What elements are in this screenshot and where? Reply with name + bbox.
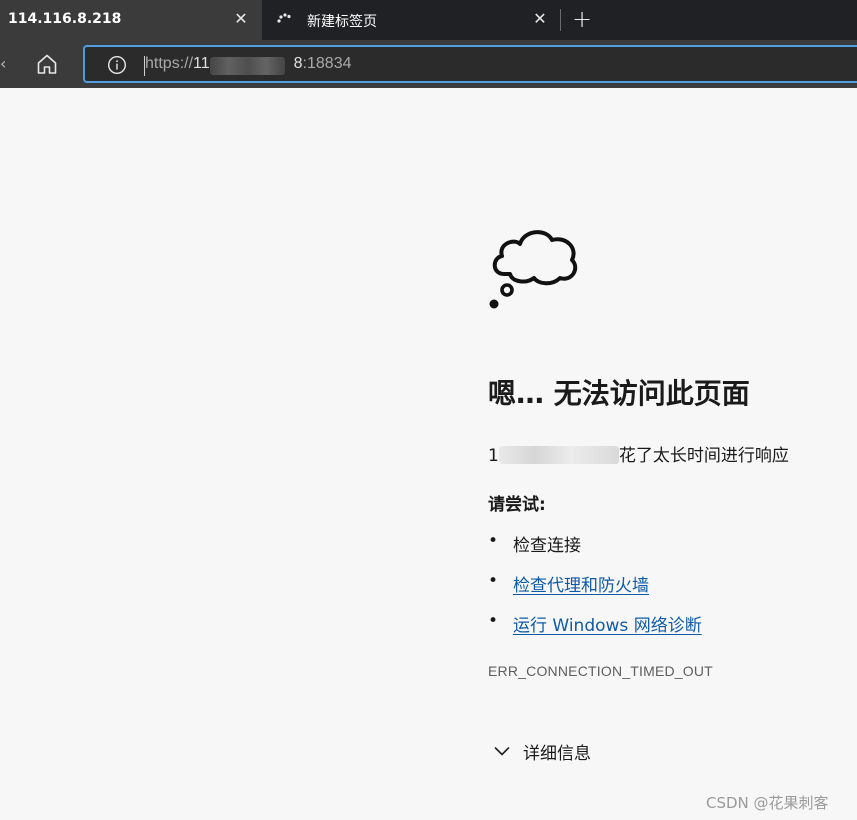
tab-title: 114.116.8.218 [8,11,122,27]
url-scheme: https:// [145,55,194,72]
bullet: • [488,611,499,631]
tab-separator [560,9,561,31]
browser-toolbar: ‹ https://11 8:18834 [0,40,857,88]
error-description: 1 花了太长时间进行响应 [488,441,789,466]
new-tab-button[interactable]: + [570,7,594,32]
thought-cloud-icon [489,230,578,309]
bullet: • [488,571,499,591]
error-heading: 嗯… 无法访问此页面 [488,377,750,410]
chevron-down-icon [494,747,510,756]
url-host-end: 8 [293,55,303,72]
close-tab-icon[interactable]: ✕ [232,10,250,28]
address-bar[interactable]: https://11 8:18834 [83,45,857,83]
description-prefix: 1 [488,446,499,466]
tab-current[interactable]: 114.116.8.218 ✕ [0,0,262,40]
url-port: :18834 [302,55,352,72]
close-tab-icon[interactable]: ✕ [531,10,549,28]
loading-spinner-icon [277,13,291,23]
bullet: • [488,531,499,551]
url-host-start: 11 [193,55,210,72]
error-page: 嗯… 无法访问此页面 1 花了太长时间进行响应 请尝试: • 检查连接 • 检查代… [0,88,857,820]
try-heading: 请尝试: [488,495,546,515]
tab-strip: 114.116.8.218 ✕ 新建标签页 ✕ + [0,0,857,40]
back-button[interactable]: ‹ [0,52,10,76]
tab-new-tab[interactable]: 新建标签页 ✕ [262,0,557,40]
details-label: 详细信息 [523,743,591,764]
suggestion-check-proxy-firewall-link[interactable]: 检查代理和防火墙 [513,571,649,596]
description-suffix: 花了太长时间进行响应 [618,446,789,466]
details-toggle-button[interactable]: 详细信息 [493,739,591,764]
error-code: ERR_CONNECTION_TIMED_OUT [488,663,713,679]
redaction-blur [210,57,285,75]
home-icon[interactable] [33,50,61,78]
watermark: CSDN @花果刺客 [706,794,829,812]
suggestion-check-connection: 检查连接 [513,536,581,556]
redaction-blur [498,446,619,464]
suggestion-network-diagnostics-link[interactable]: 运行 Windows 网络诊断 [513,611,702,636]
tab-title: 新建标签页 [307,14,377,30]
info-icon[interactable] [107,55,127,75]
